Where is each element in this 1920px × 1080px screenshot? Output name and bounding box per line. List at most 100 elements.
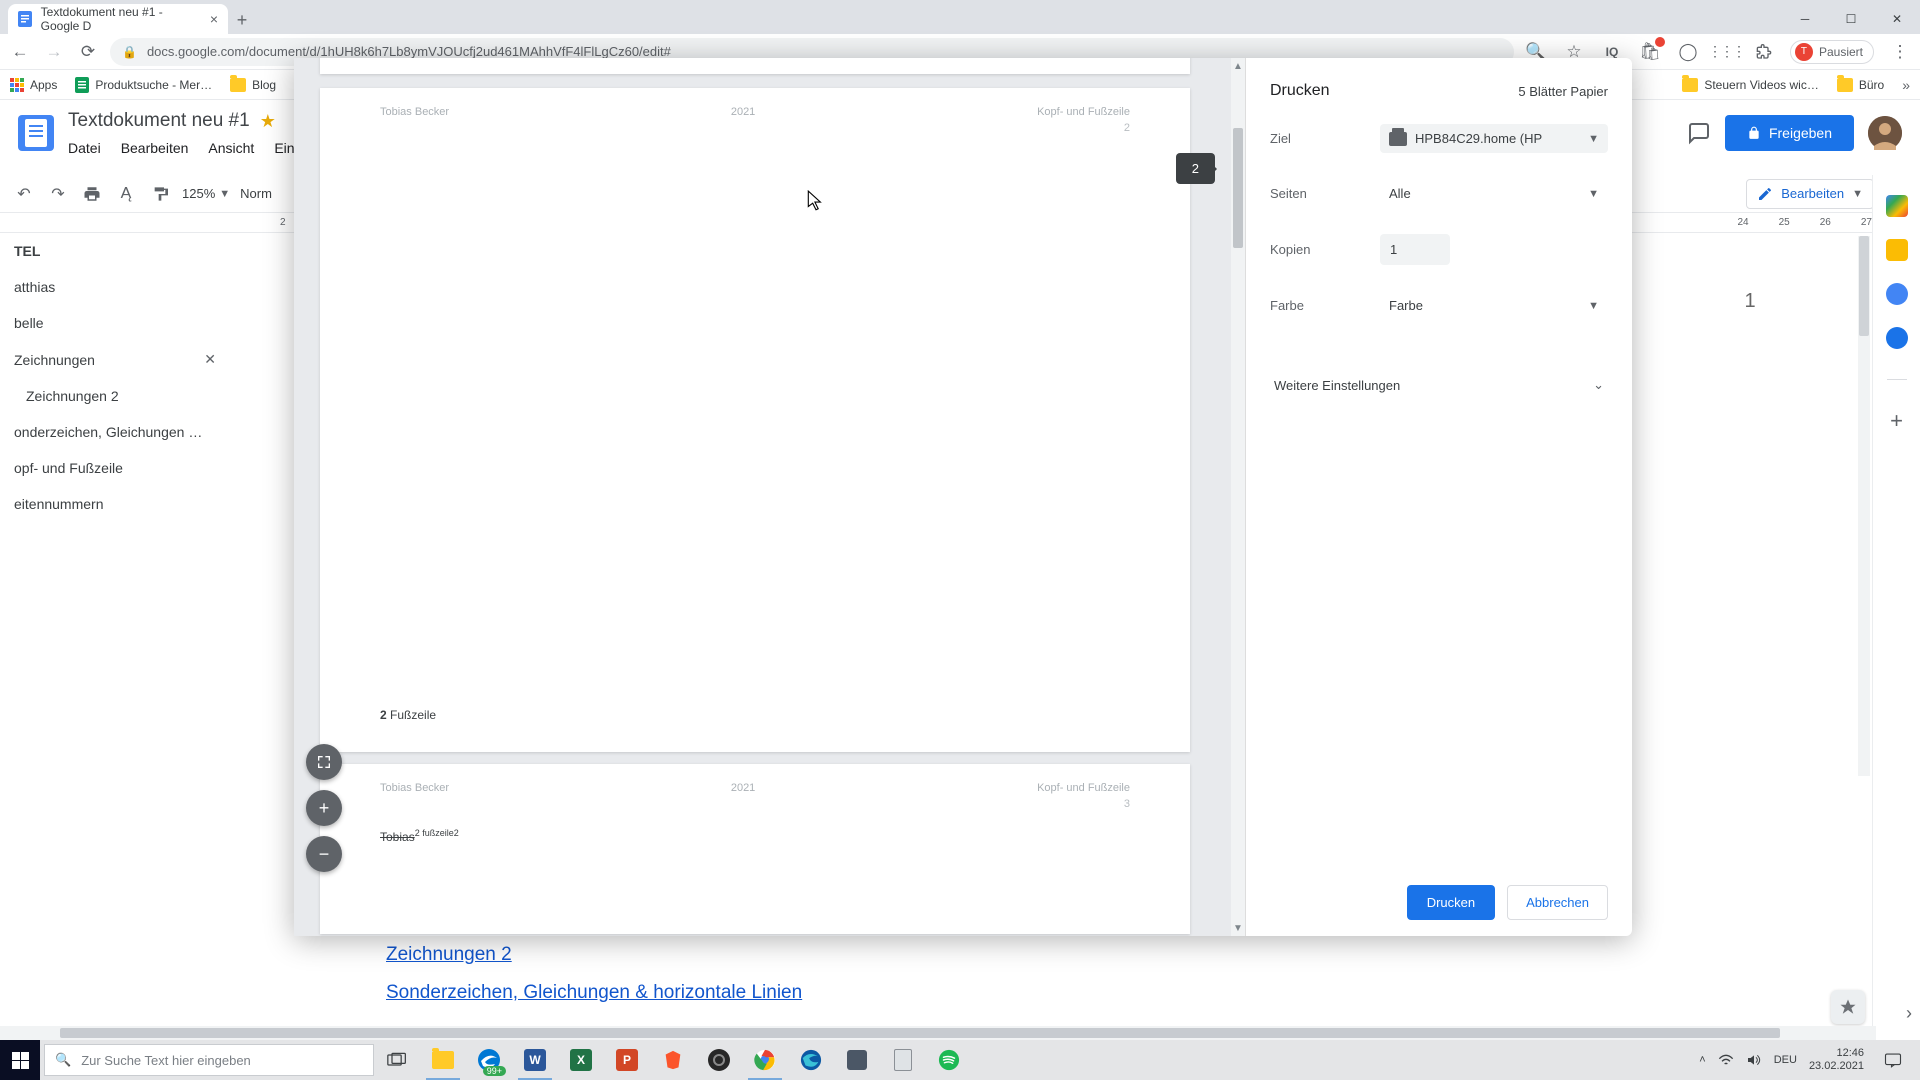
bookmark-blog[interactable]: Blog <box>230 78 276 92</box>
maximize-button[interactable]: ☐ <box>1828 4 1874 34</box>
scroll-down-icon[interactable]: ▼ <box>1233 922 1243 934</box>
explorer-icon[interactable] <box>420 1040 466 1080</box>
h-scroll-thumb[interactable] <box>60 1028 1780 1038</box>
color-select[interactable]: Farbe ▼ <box>1380 291 1608 320</box>
zoom-in-button[interactable]: + <box>306 790 342 826</box>
bookmark-buero[interactable]: Büro <box>1837 78 1884 92</box>
menu-ansicht[interactable]: Ansicht <box>208 140 254 156</box>
outline-item[interactable]: eitennummern <box>0 486 230 522</box>
preview-scrollbar-track[interactable]: ▲ ▼ <box>1231 58 1245 936</box>
outline-item[interactable]: atthias <box>0 269 230 305</box>
more-settings-toggle[interactable]: Weitere Einstellungen ⌄ <box>1270 366 1608 403</box>
new-tab-button[interactable]: + <box>228 6 256 34</box>
print-button[interactable]: Drucken <box>1407 885 1495 920</box>
document-title[interactable]: Textdokument neu #1 <box>68 110 250 132</box>
close-window-button[interactable]: ✕ <box>1874 4 1920 34</box>
calendar-icon[interactable] <box>1886 195 1908 217</box>
zoom-select[interactable]: 125% ▼ <box>182 186 230 201</box>
tray-expand-icon[interactable]: ˄ <box>1699 1054 1705 1066</box>
apps-button[interactable]: Apps <box>10 78 57 92</box>
doc-scrollbar-thumb[interactable] <box>1859 236 1869 336</box>
start-button[interactable] <box>0 1040 40 1080</box>
app-icon-1[interactable] <box>834 1040 880 1080</box>
add-on-plus-icon[interactable]: + <box>1890 408 1903 434</box>
preview-scrollbar-thumb[interactable] <box>1233 128 1243 248</box>
doc-link[interactable]: Sonderzeichen, Gleichungen & horizontale… <box>386 972 802 1014</box>
tab-close-icon[interactable]: × <box>210 11 218 27</box>
outline-item[interactable]: Zeichnungen ✕ <box>0 341 230 378</box>
paint-format-icon[interactable] <box>148 182 172 206</box>
ext-cart-icon[interactable]: 🛍 <box>1638 40 1662 64</box>
account-avatar[interactable] <box>1868 116 1902 150</box>
undo-icon[interactable]: ↶ <box>12 182 36 206</box>
pages-select[interactable]: Alle ▼ <box>1380 179 1608 208</box>
explore-button[interactable] <box>1831 990 1865 1024</box>
mode-bearbeiten-button[interactable]: Bearbeiten ▼ <box>1746 179 1874 209</box>
horizontal-scrollbar[interactable] <box>0 1026 1876 1040</box>
powerpoint-icon[interactable]: P <box>604 1040 650 1080</box>
ruler-num: 24 <box>1738 217 1749 228</box>
doc-scrollbar-track[interactable] <box>1858 236 1870 776</box>
fit-page-button[interactable] <box>306 744 342 780</box>
outline-item[interactable]: belle <box>0 305 230 341</box>
print-icon[interactable] <box>80 182 104 206</box>
comments-icon[interactable] <box>1687 121 1711 145</box>
action-center-icon[interactable] <box>1876 1040 1910 1080</box>
outline-item[interactable]: onderzeichen, Gleichungen … <box>0 414 230 450</box>
docs-logo-icon[interactable] <box>18 115 54 151</box>
doc-link[interactable]: Zeichnungen 2 <box>386 938 802 972</box>
bookmarks-overflow-icon[interactable]: » <box>1902 77 1910 93</box>
word-icon[interactable]: W <box>512 1040 558 1080</box>
menu-datei[interactable]: Datei <box>68 140 101 156</box>
cancel-button[interactable]: Abbrechen <box>1507 885 1608 920</box>
edge-legacy-icon[interactable]: 99+ <box>466 1040 512 1080</box>
outline-item[interactable]: opf- und Fußzeile <box>0 450 230 486</box>
back-button[interactable]: ← <box>8 40 32 64</box>
redo-icon[interactable]: ↷ <box>46 182 70 206</box>
chrome-menu-icon[interactable]: ⋮ <box>1888 40 1912 64</box>
forward-button[interactable]: → <box>42 40 66 64</box>
destination-select[interactable]: HPB84C29.home (HP ▼ <box>1380 124 1608 153</box>
task-view-icon[interactable] <box>374 1040 420 1080</box>
app-icon-2[interactable] <box>880 1040 926 1080</box>
zoom-out-button[interactable]: − <box>306 836 342 872</box>
print-dialog: Tobias Becker 2021 Kopf- und Fußzeile 2 … <box>294 58 1632 936</box>
side-panel-expand-icon[interactable]: › <box>1906 1003 1912 1024</box>
label-kopien: Kopien <box>1270 242 1380 257</box>
remove-outline-icon[interactable]: ✕ <box>204 351 216 368</box>
minimize-button[interactable]: ─ <box>1782 4 1828 34</box>
extensions-icon[interactable] <box>1752 40 1776 64</box>
excel-icon[interactable]: X <box>558 1040 604 1080</box>
scroll-up-icon[interactable]: ▲ <box>1233 60 1243 72</box>
wifi-icon[interactable] <box>1718 1053 1734 1067</box>
bookmark-produktsuche[interactable]: Produktsuche - Mer… <box>75 77 212 93</box>
edge-icon[interactable] <box>788 1040 834 1080</box>
styles-select[interactable]: Norm <box>240 186 272 201</box>
contacts-icon[interactable] <box>1886 327 1908 349</box>
outline-item[interactable]: Zeichnungen 2 <box>0 378 230 414</box>
chrome-icon[interactable] <box>742 1040 788 1080</box>
keep-icon[interactable] <box>1886 239 1908 261</box>
copies-input[interactable] <box>1380 234 1450 265</box>
bookmark-steuern[interactable]: Steuern Videos wic… <box>1682 78 1819 92</box>
profile-paused-chip[interactable]: T Pausiert <box>1790 40 1874 64</box>
spellcheck-icon[interactable]: Ą <box>114 182 138 206</box>
star-document-icon[interactable]: ★ <box>260 111 276 132</box>
bm-label: Produktsuche - Mer… <box>95 78 212 92</box>
volume-icon[interactable] <box>1746 1053 1762 1067</box>
menu-einfuegen[interactable]: Ein <box>274 140 294 156</box>
menu-bearbeiten[interactable]: Bearbeiten <box>121 140 189 156</box>
clock[interactable]: 12:46 23.02.2021 <box>1809 1047 1864 1073</box>
language-indicator[interactable]: DEU <box>1774 1054 1797 1066</box>
spotify-icon[interactable] <box>926 1040 972 1080</box>
ext-grid-icon[interactable]: ⋮⋮⋮ <box>1714 40 1738 64</box>
taskbar-search[interactable]: 🔍 Zur Suche Text hier eingeben <box>44 1044 374 1076</box>
brave-icon[interactable] <box>650 1040 696 1080</box>
tasks-icon[interactable] <box>1886 283 1908 305</box>
share-button[interactable]: Freigeben <box>1725 115 1854 151</box>
ext-circle-icon[interactable]: ◯ <box>1676 40 1700 64</box>
reload-button[interactable]: ⟳ <box>76 40 100 64</box>
browser-tab[interactable]: Textdokument neu #1 - Google D × <box>8 4 228 34</box>
obs-icon[interactable] <box>696 1040 742 1080</box>
outline-item[interactable]: TEL <box>0 233 230 269</box>
